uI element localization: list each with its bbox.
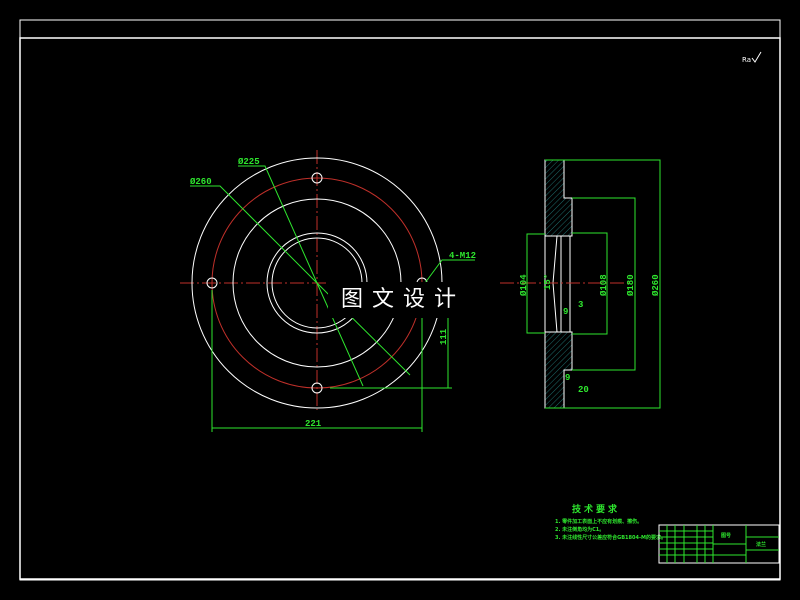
dim-height: 111 bbox=[439, 328, 449, 345]
title-part-name: 法兰 bbox=[756, 541, 766, 548]
title-drawing-no: 图号 bbox=[721, 532, 731, 539]
dim-9b: 9 bbox=[565, 373, 570, 383]
side-view: Ø104 15° Ø108 Ø180 Ø260 3 9 9 20 bbox=[500, 159, 661, 409]
watermark: 图文设计 bbox=[328, 282, 478, 318]
dim-angle: 15° bbox=[543, 274, 553, 290]
dim-bore: Ø104 bbox=[519, 274, 529, 296]
title-block: 图号 法兰 bbox=[658, 524, 780, 564]
tech-line: 3. 未注线性尺寸公差应符合GB1804-M的要求。 bbox=[555, 534, 666, 541]
dim-recess: Ø108 bbox=[599, 274, 609, 296]
dim-9a: 9 bbox=[563, 307, 568, 317]
roughness-symbol: Ra bbox=[742, 56, 751, 64]
tech-requirements: 技术要求 1. 零件加工表面上不应有划痕、擦伤。 2. 未注倒角均为C1。 3.… bbox=[555, 503, 666, 541]
dim-bolt-circle: Ø225 bbox=[238, 157, 260, 167]
dim-holes: 4-M12 bbox=[449, 251, 476, 261]
tech-line: 2. 未注倒角均为C1。 bbox=[555, 526, 604, 533]
dim-outer-diameter: Ø260 bbox=[190, 177, 212, 187]
tech-line: 1. 零件加工表面上不应有划痕、擦伤。 bbox=[555, 518, 642, 525]
dim-outer: Ø260 bbox=[651, 274, 661, 296]
tech-title: 技术要求 bbox=[572, 503, 620, 515]
roughness-check-icon bbox=[751, 51, 762, 63]
dim-20: 20 bbox=[578, 385, 589, 395]
dim-3: 3 bbox=[578, 300, 583, 310]
dim-step: Ø180 bbox=[626, 274, 636, 296]
dim-width: 221 bbox=[305, 419, 322, 429]
